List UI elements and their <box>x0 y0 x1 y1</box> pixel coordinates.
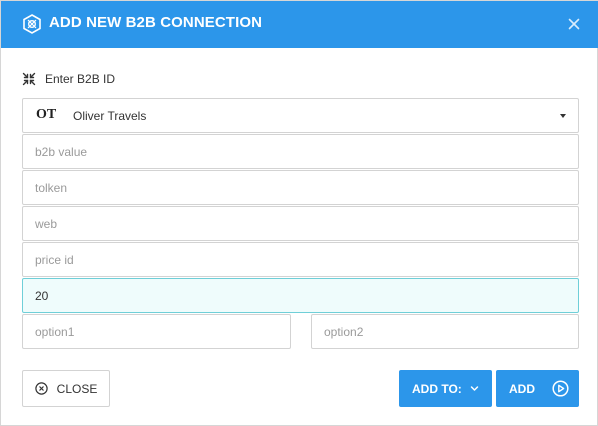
b2b-id-label: Enter B2B ID <box>45 72 116 86</box>
add-b2b-connection-dialog: ADD NEW B2B CONNECTION Enter B2B ID OT O… <box>0 0 598 426</box>
hexagon-logo-icon <box>23 14 41 34</box>
close-button[interactable]: CLOSE <box>22 370 110 407</box>
circle-x-icon <box>34 382 48 395</box>
dialog-header: ADD NEW B2B CONNECTION <box>1 1 598 48</box>
b2b-id-select[interactable]: OT Oliver Travels <box>22 98 579 133</box>
tolken-input[interactable] <box>22 170 579 205</box>
close-button-label: CLOSE <box>56 381 98 396</box>
close-icon[interactable] <box>565 15 583 33</box>
add-to-label: ADD TO: <box>412 381 462 396</box>
add-to-button[interactable]: ADD TO: <box>399 370 492 407</box>
compress-arrows-icon <box>22 72 36 86</box>
option1-input[interactable] <box>22 314 291 349</box>
b2b-id-label-row: Enter B2B ID <box>22 72 115 86</box>
b2b-code: OT <box>36 107 57 122</box>
b2b-selected-value: Oliver Travels <box>73 109 147 123</box>
b2b-value-input[interactable] <box>22 134 579 169</box>
play-circle-icon <box>552 380 569 397</box>
price-id-input[interactable] <box>22 242 579 277</box>
option2-input[interactable] <box>311 314 579 349</box>
chevron-down-icon <box>470 386 479 391</box>
web-input[interactable] <box>22 206 579 241</box>
quantity-input[interactable] <box>22 278 579 313</box>
add-button-label: ADD <box>509 381 535 396</box>
dropdown-caret-icon <box>560 114 566 118</box>
dialog-title: ADD NEW B2B CONNECTION <box>49 14 263 31</box>
add-button[interactable]: ADD <box>496 370 579 407</box>
